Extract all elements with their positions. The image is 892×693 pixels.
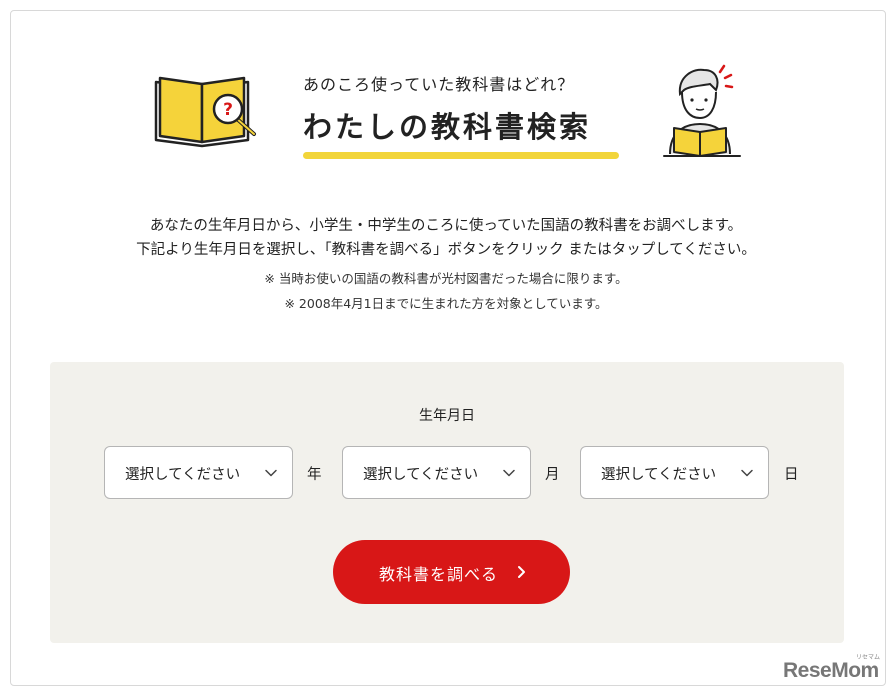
month-select-value: 選択してください <box>363 467 479 483</box>
title-underline <box>303 152 619 159</box>
note-line-2: ※ 2008年4月1日までに生まれた方を対象としています。 <box>284 296 608 311</box>
month-unit: 月 <box>545 467 560 483</box>
day-select[interactable]: 選択してください <box>580 446 769 499</box>
month-select[interactable]: 選択してください <box>342 446 531 499</box>
description-line-2: 下記より生年月日を選択し、「教科書を調べる」ボタンをクリック またはタップしてく… <box>136 242 756 258</box>
day-unit: 日 <box>784 467 799 483</box>
svg-text:?: ? <box>223 100 233 120</box>
page-subtitle: あのころ使っていた教科書はどれ？ <box>303 75 575 94</box>
person-reading-book-icon <box>663 64 741 157</box>
birthdate-form-panel: 生年月日 選択してください 年 選択してください 月 選択してください 日 教科… <box>50 362 844 643</box>
note-line-1: ※ 当時お使いの国語の教科書が光村図書だった場合に限ります。 <box>264 271 628 286</box>
chevron-right-icon <box>518 566 525 578</box>
open-book-with-magnifier-icon: ? <box>154 76 256 148</box>
chevron-down-icon <box>265 469 277 477</box>
year-select[interactable]: 選択してください <box>104 446 293 499</box>
birthdate-label: 生年月日 <box>419 408 475 424</box>
chevron-down-icon <box>741 469 753 477</box>
day-select-value: 選択してください <box>601 467 717 483</box>
search-textbook-button[interactable]: 教科書を調べる <box>333 540 570 604</box>
chevron-down-icon <box>503 469 515 477</box>
description-line-1: あなたの生年月日から、小学生・中学生のころに使っていた国語の教科書をお調べします… <box>149 218 743 234</box>
year-select-value: 選択してください <box>125 467 241 483</box>
watermark-logo: ReseMom <box>783 659 879 682</box>
page-title: わたしの教科書検索 <box>303 110 592 144</box>
year-unit: 年 <box>307 467 322 483</box>
watermark-subtext: リセマム <box>856 654 881 661</box>
search-textbook-button-label: 教科書を調べる <box>379 565 499 584</box>
